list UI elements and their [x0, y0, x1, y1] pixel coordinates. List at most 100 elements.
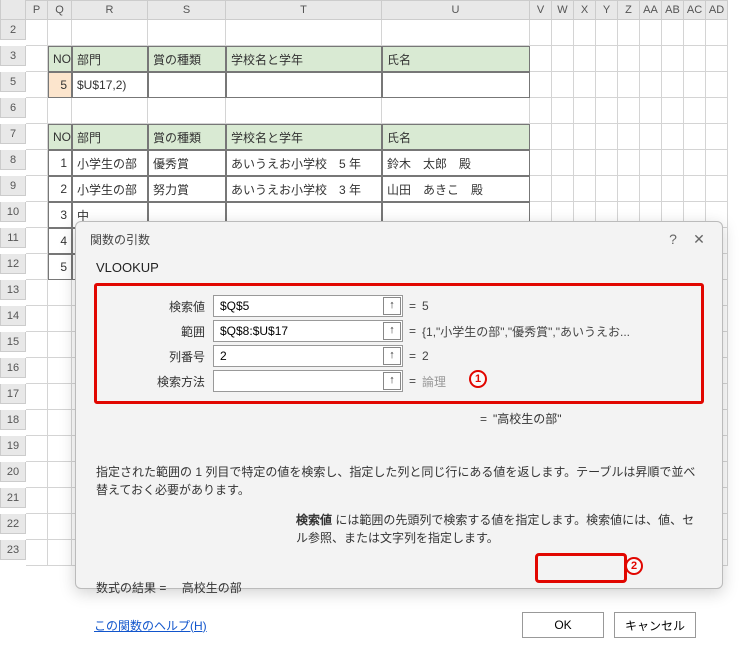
t2-prize[interactable]: 優秀賞 [148, 150, 226, 176]
cell[interactable]: 部門 [72, 124, 148, 150]
cell[interactable] [48, 20, 72, 46]
range-picker-icon[interactable]: ↑ [383, 372, 401, 390]
t2-dept[interactable]: 小学生の部 [72, 176, 148, 202]
t2-no[interactable]: 3 [48, 202, 72, 228]
t1-r5-no[interactable]: 5 [48, 72, 72, 98]
column-header-V[interactable]: V [530, 0, 552, 20]
column-header-AD[interactable]: AD [706, 0, 728, 20]
t2-no[interactable]: 2 [48, 176, 72, 202]
column-header-T[interactable]: T [226, 0, 382, 20]
cell[interactable] [26, 488, 48, 514]
cell[interactable] [26, 98, 48, 124]
cell[interactable] [684, 72, 706, 98]
cell[interactable] [48, 514, 72, 540]
t2-school[interactable]: あいうえお小学校 5 年 [226, 150, 382, 176]
cell[interactable] [26, 72, 48, 98]
row-number[interactable]: 3 [0, 46, 26, 66]
cell[interactable] [684, 20, 706, 46]
cell[interactable] [148, 72, 226, 98]
cell[interactable] [662, 98, 684, 124]
close-icon[interactable]: ✕ [686, 228, 712, 250]
cell[interactable] [706, 72, 728, 98]
cell[interactable] [640, 72, 662, 98]
column-header-AC[interactable]: AC [684, 0, 706, 20]
cell[interactable] [706, 20, 728, 46]
cell[interactable] [552, 124, 574, 150]
t2-prize[interactable]: 努力賞 [148, 176, 226, 202]
column-header-AB[interactable]: AB [662, 0, 684, 20]
cell[interactable] [26, 306, 48, 332]
cell[interactable] [26, 384, 48, 410]
cell[interactable] [684, 124, 706, 150]
cell[interactable] [640, 20, 662, 46]
cell[interactable] [684, 150, 706, 176]
cell[interactable] [706, 98, 728, 124]
cell[interactable]: 賞の種類 [148, 124, 226, 150]
cell[interactable] [618, 98, 640, 124]
row-number[interactable]: 16 [0, 358, 26, 378]
cell[interactable] [226, 72, 382, 98]
cell[interactable] [530, 20, 552, 46]
cell[interactable] [26, 46, 48, 72]
cell[interactable] [226, 20, 382, 46]
cell[interactable] [26, 332, 48, 358]
cell[interactable] [382, 72, 530, 98]
cell[interactable] [574, 98, 596, 124]
cell[interactable] [530, 46, 552, 72]
row-number[interactable]: 21 [0, 488, 26, 508]
cell[interactable] [574, 46, 596, 72]
row-number[interactable]: 18 [0, 410, 26, 430]
row-number[interactable]: 10 [0, 202, 26, 222]
cell[interactable] [574, 176, 596, 202]
cell[interactable] [684, 176, 706, 202]
row-number[interactable]: 22 [0, 514, 26, 534]
cell[interactable] [26, 462, 48, 488]
t1-r5-dept[interactable]: $U$17,2) [72, 72, 148, 98]
cell[interactable] [574, 20, 596, 46]
row-number[interactable]: 19 [0, 436, 26, 456]
cell[interactable] [148, 98, 226, 124]
t2-no[interactable]: 1 [48, 150, 72, 176]
cell[interactable] [48, 332, 72, 358]
cell[interactable]: 氏名 [382, 124, 530, 150]
t1-hdr-dept[interactable]: 部門 [72, 46, 148, 72]
row-number[interactable]: 14 [0, 306, 26, 326]
cell[interactable] [662, 20, 684, 46]
range-picker-icon[interactable]: ↑ [383, 297, 401, 315]
arg-input-0[interactable] [213, 295, 403, 317]
cell[interactable] [596, 72, 618, 98]
cell[interactable] [26, 436, 48, 462]
cell[interactable] [640, 46, 662, 72]
cell[interactable] [640, 98, 662, 124]
cell[interactable] [684, 98, 706, 124]
t2-name[interactable]: 山田 あきこ 殿 [382, 176, 530, 202]
t1-hdr-name[interactable]: 氏名 [382, 46, 530, 72]
cell[interactable] [640, 150, 662, 176]
column-header-S[interactable]: S [148, 0, 226, 20]
cell[interactable] [48, 98, 72, 124]
cell[interactable] [662, 176, 684, 202]
cell[interactable] [618, 150, 640, 176]
cell[interactable] [530, 124, 552, 150]
row-number[interactable]: 20 [0, 462, 26, 482]
cell[interactable] [48, 410, 72, 436]
cell[interactable] [26, 280, 48, 306]
row-number[interactable]: 5 [0, 72, 26, 92]
cell[interactable] [148, 20, 226, 46]
cell[interactable] [48, 280, 72, 306]
t2-no[interactable]: 5 [48, 254, 72, 280]
cell[interactable] [596, 176, 618, 202]
cell[interactable] [574, 72, 596, 98]
cell[interactable] [596, 20, 618, 46]
row-number[interactable]: 11 [0, 228, 26, 248]
column-header-Q[interactable]: Q [48, 0, 72, 20]
arg-input-2[interactable] [213, 345, 403, 367]
cell[interactable] [26, 124, 48, 150]
column-header-P[interactable]: P [26, 0, 48, 20]
ok-button[interactable]: OK [522, 612, 604, 638]
cell[interactable] [26, 514, 48, 540]
row-number[interactable]: 23 [0, 540, 26, 560]
cell[interactable] [26, 150, 48, 176]
t2-school[interactable]: あいうえお小学校 3 年 [226, 176, 382, 202]
cell[interactable] [72, 20, 148, 46]
